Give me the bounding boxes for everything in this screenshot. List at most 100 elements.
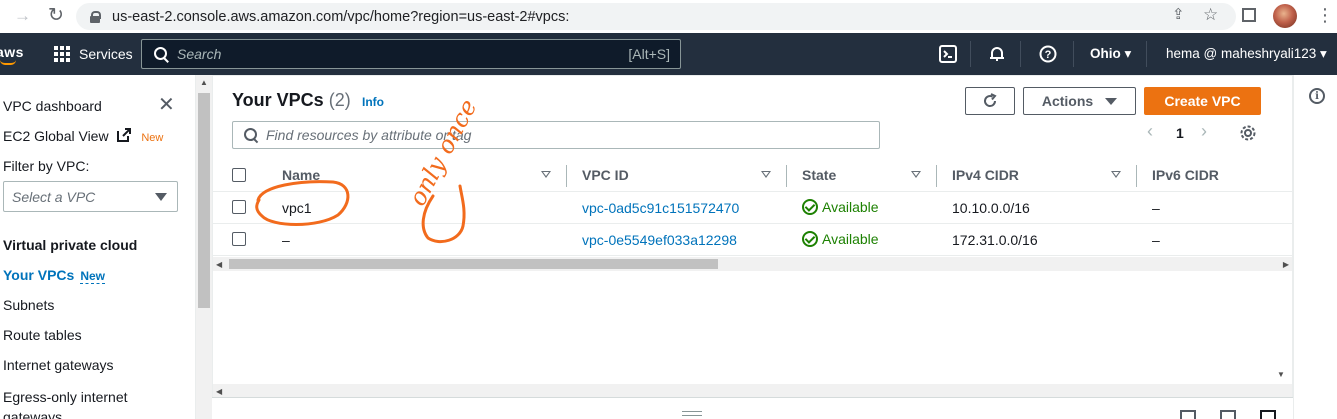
console-search[interactable]: [Alt+S] <box>141 39 681 69</box>
filter-by-vpc-label: Filter by VPC: <box>3 158 90 174</box>
kebab-menu-icon[interactable]: ⋮ <box>1316 6 1334 24</box>
row-checkbox[interactable] <box>232 200 246 214</box>
actions-button[interactable]: Actions <box>1023 87 1136 115</box>
column-divider[interactable] <box>566 165 567 187</box>
table-row[interactable]: vpc1 vpc-0ad5c91c151572470 Available 10.… <box>213 192 1292 224</box>
info-link[interactable]: Info <box>362 95 384 109</box>
column-header-ipv6-cidr[interactable]: IPv6 CIDR <box>1152 167 1219 183</box>
help-icon[interactable]: ? <box>1037 43 1059 65</box>
panel-bottom-scrollbar[interactable]: ◀ <box>213 384 1292 398</box>
table-horizontal-scrollbar[interactable]: ◀ ▶ <box>213 257 1292 271</box>
caret-down-icon <box>155 193 167 201</box>
table-row[interactable]: – vpc-0e5549ef033a12298 Available 172.31… <box>213 224 1292 256</box>
sort-icon[interactable] <box>1111 171 1121 178</box>
sidebar-item-your-vpcs[interactable]: Your VPCs New <box>3 267 105 284</box>
left-sidebar: VPC dashboard ✕ EC2 Global View New Filt… <box>0 75 196 419</box>
search-input[interactable] <box>177 46 617 62</box>
vpc-id-link[interactable]: vpc-0ad5c91c151572470 <box>582 200 739 216</box>
bookmark-star-icon[interactable]: ☆ <box>1203 6 1218 23</box>
vpc-id-link[interactable]: vpc-0e5549ef033a12298 <box>582 232 737 248</box>
panel-title-text: Your VPCs <box>232 90 324 110</box>
account-label: hema @ maheshryali123 <box>1166 46 1317 61</box>
share-icon[interactable]: ⇪ <box>1172 7 1185 22</box>
nav-divider <box>1146 41 1147 67</box>
status-badge: Available <box>802 231 879 247</box>
next-page-icon[interactable]: › <box>1201 121 1207 142</box>
your-vpcs-label: Your VPCs <box>3 267 75 283</box>
sort-icon[interactable] <box>911 171 921 178</box>
refresh-button[interactable] <box>965 87 1015 115</box>
browser-toolbar: → ↻ us-east-2.console.aws.amazon.com/vpc… <box>0 0 1337 33</box>
panel-vertical-scrollbar[interactable]: ▼ <box>1270 272 1292 398</box>
drag-handle-icon[interactable] <box>682 411 702 416</box>
column-header-name[interactable]: Name <box>282 167 320 183</box>
vpc-count: (2) <box>328 90 351 110</box>
vpcs-table-panel: Your VPCs (2) Info Actions Create VPC ‹ … <box>212 75 1293 398</box>
table-header: Name VPC ID State IPv4 CIDR IPv6 CIDR <box>213 160 1292 192</box>
close-icon[interactable]: ✕ <box>158 95 175 115</box>
new-badge: New <box>80 269 105 284</box>
column-divider[interactable] <box>936 165 937 187</box>
region-label: Ohio <box>1090 46 1121 61</box>
column-header-ipv4-cidr[interactable]: IPv4 CIDR <box>952 167 1019 183</box>
row-checkbox[interactable] <box>232 232 246 246</box>
address-bar[interactable]: us-east-2.console.aws.amazon.com/vpc/hom… <box>76 3 1236 30</box>
settings-gear-icon[interactable] <box>1239 124 1257 145</box>
cloudshell-icon[interactable] <box>937 43 959 65</box>
filter-input[interactable] <box>266 127 866 143</box>
scroll-left-arrow-icon[interactable]: ◀ <box>216 260 222 269</box>
scroll-right-arrow-icon[interactable]: ▶ <box>1283 260 1289 269</box>
sidebar-item-egress-only-internet-gateways[interactable]: Egress-only internet gateways <box>3 387 153 419</box>
ec2-global-view-label: EC2 Global View <box>3 128 109 144</box>
create-vpc-button[interactable]: Create VPC <box>1144 87 1261 115</box>
refresh-icon <box>984 93 997 107</box>
external-link-icon <box>117 128 132 142</box>
sidebar-item-internet-gateways[interactable]: Internet gateways <box>3 357 114 373</box>
column-divider[interactable] <box>1136 165 1137 187</box>
check-circle-icon <box>802 199 818 215</box>
sort-icon[interactable] <box>761 171 771 178</box>
sidebar-item-route-tables[interactable]: Route tables <box>3 327 82 343</box>
services-button[interactable]: Services <box>54 42 133 66</box>
sidebar-item-ec2-global-view[interactable]: EC2 Global View New <box>3 128 163 144</box>
lock-icon <box>90 10 101 23</box>
search-shortcut: [Alt+S] <box>628 46 670 62</box>
side-panel-icon[interactable] <box>1242 8 1256 22</box>
scroll-down-arrow-icon[interactable]: ▼ <box>1277 370 1285 379</box>
prev-page-icon[interactable]: ‹ <box>1147 121 1153 142</box>
notifications-bell-icon[interactable] <box>986 43 1008 65</box>
info-icon[interactable]: i <box>1309 88 1325 104</box>
aws-logo[interactable]: aws <box>0 44 24 60</box>
select-vpc-placeholder: Select a VPC <box>12 188 96 205</box>
svg-text:?: ? <box>1045 49 1052 61</box>
scroll-up-arrow-icon[interactable]: ▲ <box>200 78 208 87</box>
select-all-checkbox[interactable] <box>232 168 246 182</box>
scrollbar-thumb[interactable] <box>198 93 210 308</box>
nav-divider <box>1073 41 1074 67</box>
region-selector[interactable]: Ohio ▾ <box>1090 46 1131 62</box>
split-panel-side-icon[interactable] <box>1220 410 1236 419</box>
state-label: Available <box>822 231 879 247</box>
select-vpc-dropdown[interactable]: Select a VPC <box>3 181 178 212</box>
sidebar-item-subnets[interactable]: Subnets <box>3 297 54 313</box>
account-menu[interactable]: hema @ maheshryali123 ▾ <box>1166 46 1327 62</box>
url-text: us-east-2.console.aws.amazon.com/vpc/hom… <box>112 8 570 25</box>
scrollbar-thumb[interactable] <box>229 259 718 269</box>
sidebar-scrollbar[interactable]: ▲ <box>196 75 212 419</box>
sidebar-item-vpc-dashboard[interactable]: VPC dashboard <box>3 98 102 114</box>
page-number[interactable]: 1 <box>1176 125 1184 141</box>
column-header-vpc-id[interactable]: VPC ID <box>582 167 629 183</box>
profile-avatar[interactable] <box>1273 4 1297 28</box>
page-title: Your VPCs (2) <box>232 90 351 111</box>
resource-filter[interactable] <box>232 121 880 149</box>
sort-icon[interactable] <box>541 171 551 178</box>
column-divider[interactable] <box>786 165 787 187</box>
split-panel-bottom-icon[interactable] <box>1180 410 1196 419</box>
ipv6-cidr: – <box>1152 232 1160 248</box>
reload-icon[interactable]: ↻ <box>48 6 64 25</box>
split-panel-off-icon[interactable] <box>1260 410 1276 419</box>
scroll-left-arrow-icon[interactable]: ◀ <box>216 387 222 396</box>
column-header-state[interactable]: State <box>802 167 836 183</box>
aws-top-nav: aws Services [Alt+S] ? Ohio ▾ hema @ mah… <box>0 33 1337 75</box>
forward-arrow-icon[interactable]: → <box>14 7 31 24</box>
